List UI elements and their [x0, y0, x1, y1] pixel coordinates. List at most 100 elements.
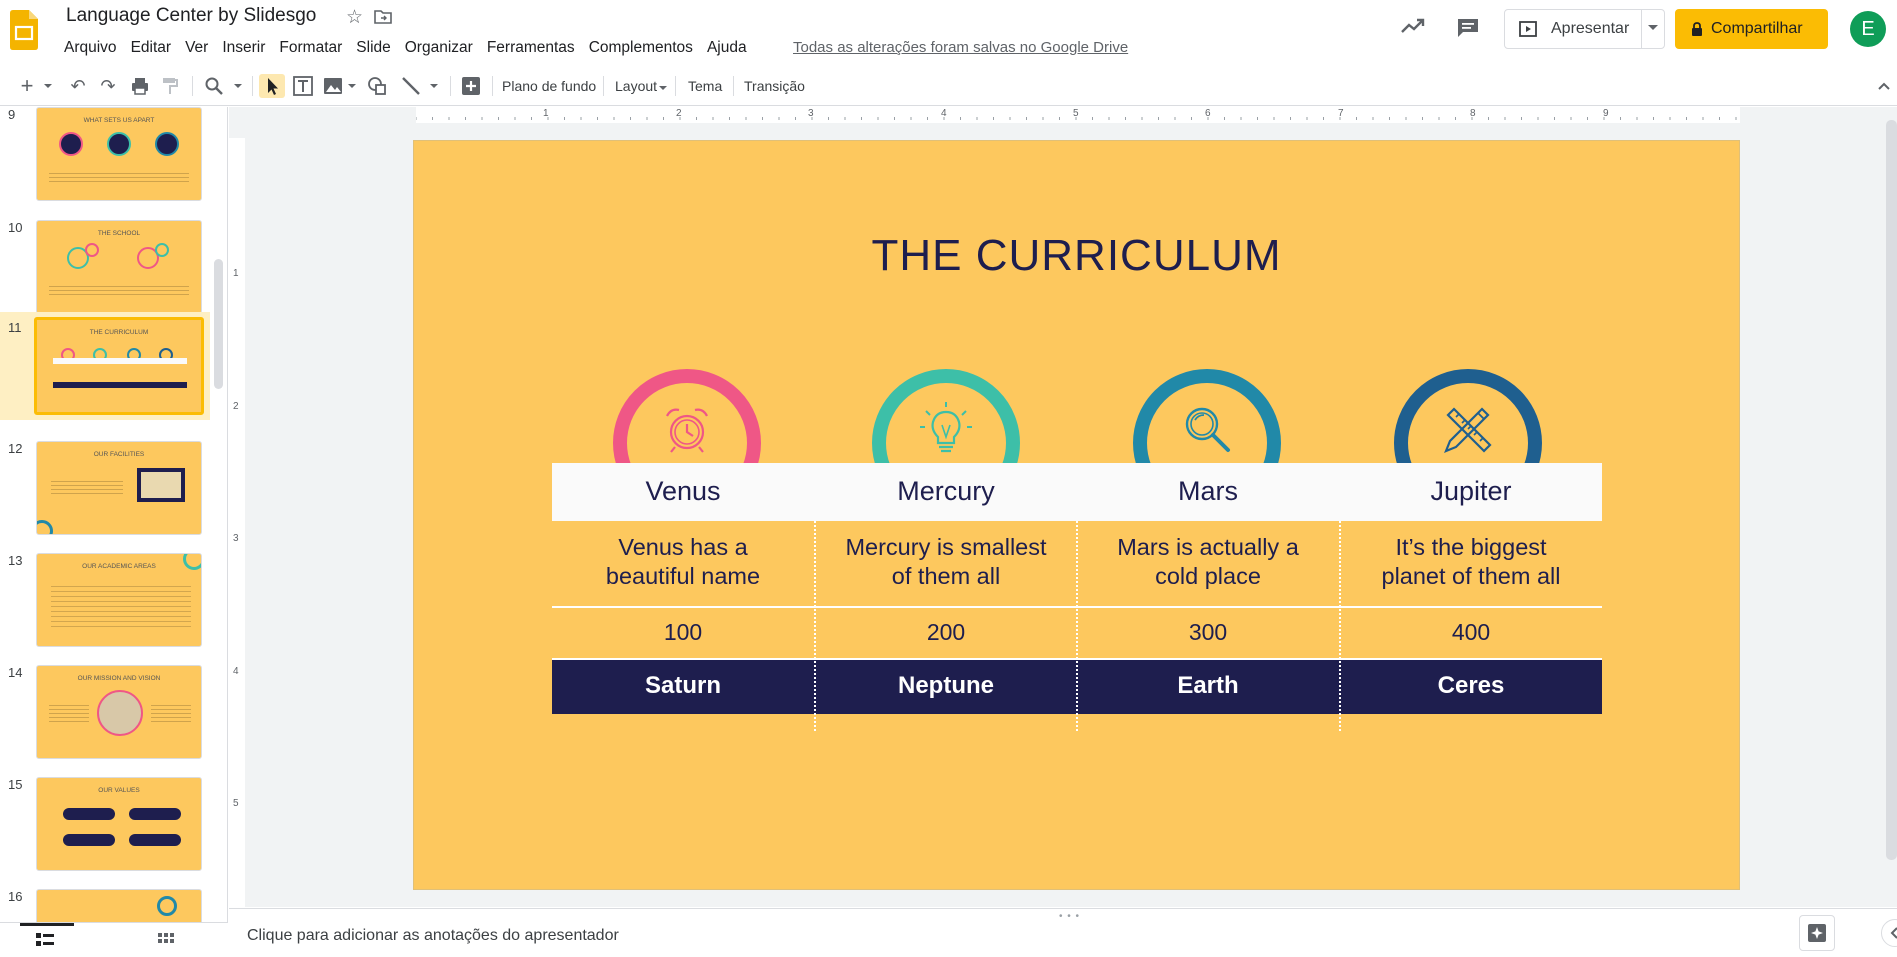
paint-format-icon[interactable]	[160, 74, 180, 98]
column-footer-ceres[interactable]: Ceres	[1340, 672, 1602, 700]
new-slide-icon[interactable]: +	[18, 73, 36, 98]
ruler-label: 6	[1205, 108, 1211, 119]
menu-organizar[interactable]: Organizar	[398, 37, 480, 59]
menu-slide[interactable]: Slide	[349, 37, 397, 59]
slide-thumbnail[interactable]: THE SCHOOL	[36, 220, 202, 314]
filmstrip-item[interactable]: 16	[0, 889, 210, 922]
image-icon[interactable]	[322, 74, 344, 98]
menu-ver[interactable]: Ver	[178, 37, 215, 59]
header: Language Center by Slidesgo ☆ Arquivo Ed…	[0, 0, 1897, 62]
redo-icon[interactable]: ↷	[98, 74, 118, 98]
chevron-left-icon	[1890, 927, 1897, 939]
notes-resize-handle[interactable]: • • •	[1059, 911, 1080, 922]
present-button[interactable]: Apresentar	[1505, 10, 1641, 48]
slide-thumbnail[interactable]: OUR FACILITIES	[36, 441, 202, 535]
current-slide[interactable]: THE CURRICULUM Venus Mercury Mars Jupite…	[413, 140, 1740, 890]
magnifier-icon	[1185, 407, 1230, 452]
text-box-icon[interactable]	[292, 74, 314, 98]
line-chevron-icon[interactable]	[428, 74, 440, 98]
share-button[interactable]: Compartilhar	[1675, 9, 1828, 49]
filmstrip-item-selected[interactable]: 11 THE CURRICULUM	[0, 312, 210, 420]
layout-button[interactable]: Layout	[615, 78, 657, 94]
document-title[interactable]: Language Center by Slidesgo	[66, 5, 316, 27]
thumbnail-shape	[155, 243, 169, 257]
chevron-down-icon[interactable]	[1648, 25, 1658, 30]
column-desc-venus[interactable]: Venus has a beautiful name	[552, 533, 814, 591]
filmstrip-scrollbar[interactable]	[214, 259, 223, 389]
menu-formatar[interactable]: Formatar	[272, 37, 349, 59]
toolbar-divider	[675, 76, 676, 96]
slide-thumbnail[interactable]: THE CURRICULUM	[34, 317, 204, 415]
column-name-jupiter[interactable]: Jupiter	[1340, 476, 1602, 507]
filmstrip-item[interactable]: 15 OUR VALUES	[0, 777, 210, 889]
filmstrip-item[interactable]: 9 WHAT SETS US APART	[0, 107, 210, 219]
slide-title[interactable]: THE CURRICULUM	[414, 231, 1739, 281]
menu-editar[interactable]: Editar	[124, 37, 179, 59]
column-value-mars[interactable]: 300	[1077, 619, 1339, 646]
present-divider	[1641, 10, 1642, 48]
menu-ferramentas[interactable]: Ferramentas	[480, 37, 582, 59]
move-folder-icon[interactable]	[374, 9, 392, 25]
slide-thumbnail[interactable]	[36, 889, 202, 922]
layout-chevron-icon[interactable]	[659, 86, 667, 90]
activity-trend-icon[interactable]	[1400, 16, 1426, 36]
column-name-venus[interactable]: Venus	[552, 476, 814, 507]
side-panel-toggle[interactable]	[1881, 919, 1897, 947]
thumbnail-band	[53, 358, 187, 364]
slide-thumbnail[interactable]: OUR MISSION AND VISION	[36, 665, 202, 759]
column-footer-saturn[interactable]: Saturn	[552, 672, 814, 700]
filmstrip-item[interactable]: 12 OUR FACILITIES	[0, 441, 210, 553]
ruler-label: 2	[676, 108, 682, 119]
star-icon[interactable]: ☆	[346, 6, 363, 29]
theme-button[interactable]: Tema	[688, 78, 722, 94]
shape-icon[interactable]	[366, 74, 388, 98]
column-value-jupiter[interactable]: 400	[1340, 619, 1602, 646]
column-desc-jupiter[interactable]: It’s the biggest planet of them all	[1340, 533, 1602, 591]
column-value-venus[interactable]: 100	[552, 619, 814, 646]
undo-icon[interactable]: ↶	[68, 74, 88, 98]
column-name-mercury[interactable]: Mercury	[815, 476, 1077, 507]
comment-icon[interactable]	[1456, 17, 1480, 39]
horizontal-ruler[interactable]: 1 2 3 4 5 6 7 8 9	[415, 107, 1740, 123]
menu-ajuda[interactable]: Ajuda	[700, 37, 754, 59]
save-status-link[interactable]: Todas as alterações foram salvas no Goog…	[793, 39, 1128, 56]
explore-button[interactable]	[1799, 915, 1835, 951]
transition-button[interactable]: Transição	[744, 78, 805, 94]
column-desc-mercury[interactable]: Mercury is smallest of them all	[815, 533, 1077, 591]
zoom-chevron-icon[interactable]	[232, 74, 244, 98]
collapse-menus-icon[interactable]	[1876, 74, 1892, 98]
column-desc-mars[interactable]: Mars is actually a cold place	[1077, 533, 1339, 591]
select-cursor-icon[interactable]	[259, 74, 285, 98]
speaker-notes-placeholder[interactable]: Clique para adicionar as anotações do ap…	[247, 927, 619, 945]
menu-complementos[interactable]: Complementos	[582, 37, 700, 59]
filmstrip-view-icon[interactable]	[36, 933, 54, 947]
slide-thumbnail[interactable]: WHAT SETS US APART	[36, 107, 202, 201]
toolbar-divider	[492, 76, 493, 96]
canvas-scrollbar[interactable]	[1886, 120, 1897, 860]
slide-thumbnail[interactable]: OUR ACADEMIC AREAS	[36, 553, 202, 647]
vertical-ruler[interactable]: 1 2 3 4 5	[229, 138, 245, 908]
slide-thumbnail[interactable]: OUR VALUES	[36, 777, 202, 871]
column-value-mercury[interactable]: 200	[815, 619, 1077, 646]
alarm-clock-icon	[666, 408, 708, 453]
column-footer-neptune[interactable]: Neptune	[815, 672, 1077, 700]
filmstrip-item[interactable]: 13 OUR ACADEMIC AREAS	[0, 553, 210, 665]
zoom-icon[interactable]	[204, 74, 224, 98]
column-name-mars[interactable]: Mars	[1077, 476, 1339, 507]
new-slide-chevron-icon[interactable]	[42, 74, 54, 98]
image-chevron-icon[interactable]	[346, 74, 358, 98]
print-icon[interactable]	[130, 74, 150, 98]
toolbar-divider	[733, 76, 734, 96]
slides-logo-icon[interactable]	[10, 10, 38, 50]
user-avatar[interactable]: E	[1850, 11, 1886, 47]
menu-arquivo[interactable]: Arquivo	[57, 37, 124, 59]
speaker-notes-panel[interactable]: • • • Clique para adicionar as anotações…	[229, 908, 1897, 957]
background-button[interactable]: Plano de fundo	[502, 78, 596, 94]
add-comment-icon[interactable]	[460, 74, 482, 98]
menu-inserir[interactable]: Inserir	[215, 37, 272, 59]
line-icon[interactable]	[400, 74, 422, 98]
grid-view-icon[interactable]	[158, 933, 174, 947]
thumbnail-title: OUR ACADEMIC AREAS	[82, 563, 156, 570]
filmstrip-item[interactable]: 14 OUR MISSION AND VISION	[0, 665, 210, 777]
column-footer-earth[interactable]: Earth	[1077, 672, 1339, 700]
